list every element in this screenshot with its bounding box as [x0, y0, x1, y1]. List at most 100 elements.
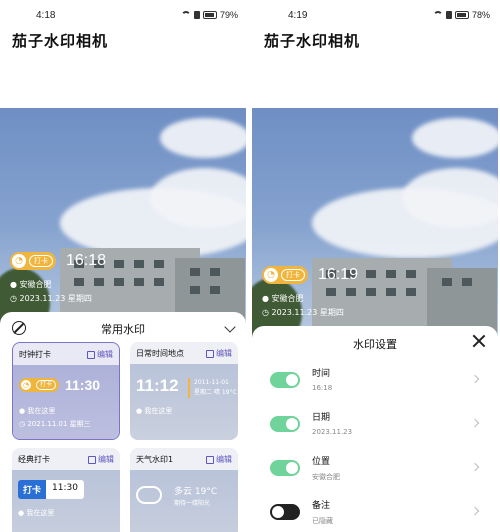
badge-label: 打卡	[18, 480, 47, 499]
edit-icon	[88, 455, 96, 464]
card-date: 2011-11-01	[194, 379, 229, 386]
edit-icon	[206, 455, 214, 464]
row-value: 安徽合肥	[312, 473, 340, 481]
divider	[188, 378, 190, 398]
preview-info: 2011-11-01 星期二 晴 19°C	[194, 378, 237, 398]
settings-row-note[interactable]: 备注 已隐藏	[252, 494, 498, 532]
window	[462, 278, 472, 286]
card-title: 经典打卡	[18, 455, 50, 464]
row-value: 16:18	[312, 384, 333, 392]
edit-label: 编辑	[97, 350, 113, 359]
chevron-right-icon	[470, 418, 480, 428]
card-location-row: ● 我在这里	[18, 509, 55, 517]
chevron-right-icon	[470, 462, 480, 472]
window	[190, 268, 200, 276]
location-icon: ●	[262, 294, 269, 303]
watermark-info: ● 安徽合肥 ◷ 2023.11.23 星期四	[10, 278, 92, 306]
left-screen: 4:18 79% 茄子水印相机 ◔ 打卡 16:18 ● 安徽合肥 ◷ 2023…	[0, 0, 246, 532]
watermark-card-classic[interactable]: 经典打卡 编辑 打卡 11:30 ● 我在这里	[12, 448, 120, 532]
watermark-time: 16:18	[66, 252, 107, 269]
edit-button[interactable]: 编辑	[88, 454, 114, 465]
status-time: 4:19	[288, 10, 308, 21]
panel-title: 常用水印	[101, 323, 145, 336]
watermark-date: 2023.11.23 星期四	[271, 308, 344, 317]
window	[210, 268, 220, 276]
status-time: 4:18	[36, 10, 56, 21]
row-value: 已隐藏	[312, 517, 333, 525]
edit-label: 编辑	[216, 455, 232, 464]
settings-title: 水印设置	[353, 338, 397, 351]
clock-badge: ◔ 打卡	[19, 378, 59, 392]
edit-icon	[87, 350, 95, 359]
window	[154, 260, 164, 268]
app-title: 茄子水印相机	[12, 32, 109, 50]
window	[406, 270, 416, 278]
card-preview: 多云 19°C 期待一缕阳光	[130, 470, 238, 532]
card-weather: 星期二 晴 19°C	[194, 389, 237, 396]
edit-button[interactable]: 编辑	[87, 349, 113, 360]
settings-row-location[interactable]: 位置 安徽合肥	[252, 450, 498, 494]
clock-badge: ◔ 打卡	[10, 252, 56, 270]
badge-label: 打卡	[281, 269, 305, 281]
watermark-date: 2023.11.23 星期四	[19, 294, 92, 303]
battery-icon	[202, 11, 217, 19]
edit-button[interactable]: 编辑	[206, 348, 232, 359]
card-time: 11:30	[65, 377, 101, 393]
edit-icon	[206, 349, 214, 358]
calendar-icon: ◷	[10, 294, 17, 303]
card-weather: 多云 19°C	[174, 487, 218, 497]
settings-row-time[interactable]: 时间 16:18	[252, 362, 498, 406]
card-note: 期待一缕阳光	[174, 500, 211, 507]
window	[154, 278, 164, 286]
status-bar: 4:18 79%	[0, 8, 246, 24]
watermark-card-clock[interactable]: 时钟打卡 编辑 ◔ 打卡 11:30 ● 我在这里 ◷ 2021.11.01 星…	[12, 342, 120, 440]
status-icons: 78%	[432, 10, 490, 20]
battery-percent: 79%	[219, 10, 238, 20]
watermark-overlay[interactable]: ◔ 打卡 16:18	[10, 252, 106, 270]
window	[366, 270, 376, 278]
card-location: 我在这里	[144, 407, 173, 415]
row-value: 2023.11.23	[312, 428, 353, 436]
watermark-card-daily[interactable]: 日常时间地点 编辑 11:12 2011-11-01 星期二 晴 19°C ● …	[130, 342, 238, 440]
card-time: 11:30	[46, 480, 84, 499]
sim-icon	[193, 11, 200, 19]
edit-label: 编辑	[98, 455, 114, 464]
clock-icon: ◔	[21, 380, 31, 390]
watermark-card-weather[interactable]: 天气水印1 编辑 多云 19°C 期待一缕阳光	[130, 448, 238, 532]
window	[134, 278, 144, 286]
note-toggle[interactable]	[270, 504, 300, 520]
clock-badge: ◔ 打卡	[262, 266, 308, 284]
sim-icon	[445, 11, 452, 19]
window	[94, 278, 104, 286]
date-toggle[interactable]	[270, 416, 300, 432]
card-title: 天气水印1	[136, 455, 174, 464]
watermark-time: 16:19	[318, 266, 359, 283]
window	[114, 260, 124, 268]
card-time: 11:12	[136, 376, 179, 395]
battery-percent: 78%	[471, 10, 490, 20]
card-location-row: ● 我在这里	[136, 407, 173, 415]
card-date: 2021.11.01 星期三	[27, 420, 91, 428]
chevron-right-icon	[470, 506, 480, 516]
card-title: 日常时间地点	[136, 349, 184, 358]
watermark-settings-panel: 水印设置 时间 16:18 日期 2023.11.23 位置 安徽合肥 备注 已…	[252, 326, 498, 532]
window	[114, 278, 124, 286]
row-label: 日期	[312, 413, 331, 423]
window	[386, 288, 396, 296]
window	[190, 286, 200, 294]
clock-icon: ◔	[264, 268, 278, 282]
edit-button[interactable]: 编辑	[206, 454, 232, 465]
location-toggle[interactable]	[270, 460, 300, 476]
preview-watermark: ◔ 打卡 11:30	[19, 377, 100, 393]
calendar-icon: ◷	[262, 308, 269, 317]
card-title: 时钟打卡	[19, 350, 51, 359]
time-toggle[interactable]	[270, 372, 300, 388]
status-icons: 79%	[180, 10, 238, 20]
watermark-overlay[interactable]: ◔ 打卡 16:19	[262, 266, 358, 284]
settings-row-date[interactable]: 日期 2023.11.23	[252, 406, 498, 450]
window	[386, 270, 396, 278]
close-icon[interactable]	[472, 334, 486, 348]
location-icon: ●	[10, 280, 17, 289]
card-preview: 打卡 11:30 ● 我在这里	[12, 470, 120, 532]
row-label: 备注	[312, 501, 331, 511]
